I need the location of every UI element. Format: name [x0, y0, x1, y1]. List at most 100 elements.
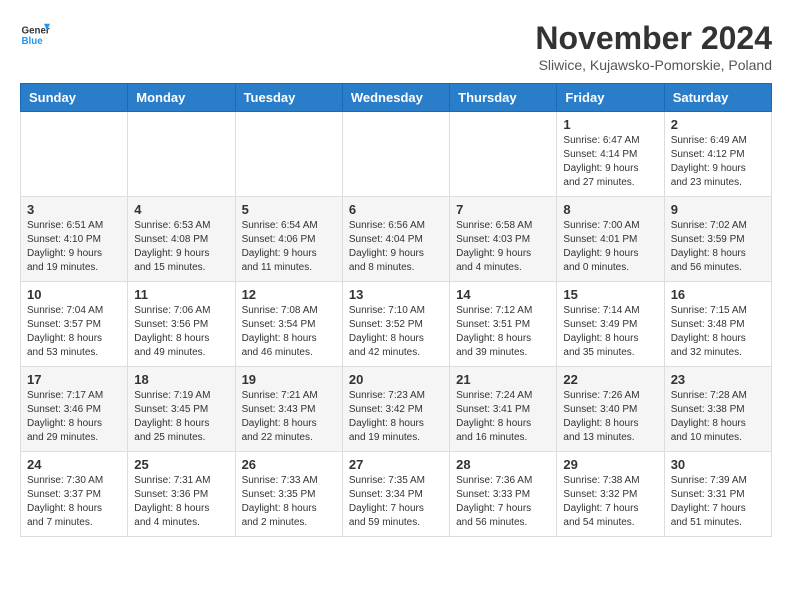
day-number: 4 — [134, 202, 228, 217]
day-info: Sunrise: 7:33 AM Sunset: 3:35 PM Dayligh… — [242, 474, 336, 530]
calendar-cell: 26 Sunrise: 7:33 AM Sunset: 3:35 PM Dayli… — [235, 452, 342, 537]
calendar-cell: 29 Sunrise: 7:38 AM Sunset: 3:32 PM Dayli… — [557, 452, 664, 537]
calendar-week-row: 17 Sunrise: 7:17 AM Sunset: 3:46 PM Dayli… — [21, 367, 772, 452]
calendar-cell: 28 Sunrise: 7:36 AM Sunset: 3:33 PM Dayli… — [450, 452, 557, 537]
calendar-cell: 2 Sunrise: 6:49 AM Sunset: 4:12 PM Daylig… — [664, 112, 771, 197]
calendar-cell: 6 Sunrise: 6:56 AM Sunset: 4:04 PM Daylig… — [342, 197, 449, 282]
day-info: Sunrise: 7:28 AM Sunset: 3:38 PM Dayligh… — [671, 389, 765, 445]
day-number: 21 — [456, 372, 550, 387]
day-number: 5 — [242, 202, 336, 217]
svg-text:Blue: Blue — [22, 36, 44, 47]
day-info: Sunrise: 7:06 AM Sunset: 3:56 PM Dayligh… — [134, 304, 228, 360]
page-header: General Blue November 2024 Sliwice, Kuja… — [20, 20, 772, 73]
day-info: Sunrise: 6:51 AM Sunset: 4:10 PM Dayligh… — [27, 219, 121, 275]
day-info: Sunrise: 7:31 AM Sunset: 3:36 PM Dayligh… — [134, 474, 228, 530]
day-info: Sunrise: 7:21 AM Sunset: 3:43 PM Dayligh… — [242, 389, 336, 445]
calendar-cell: 18 Sunrise: 7:19 AM Sunset: 3:45 PM Dayli… — [128, 367, 235, 452]
calendar-cell: 14 Sunrise: 7:12 AM Sunset: 3:51 PM Dayli… — [450, 282, 557, 367]
day-info: Sunrise: 7:39 AM Sunset: 3:31 PM Dayligh… — [671, 474, 765, 530]
calendar-cell: 23 Sunrise: 7:28 AM Sunset: 3:38 PM Dayli… — [664, 367, 771, 452]
day-info: Sunrise: 7:24 AM Sunset: 3:41 PM Dayligh… — [456, 389, 550, 445]
day-number: 17 — [27, 372, 121, 387]
day-number: 15 — [563, 287, 657, 302]
day-number: 26 — [242, 457, 336, 472]
day-number: 11 — [134, 287, 228, 302]
calendar-cell — [450, 112, 557, 197]
day-info: Sunrise: 7:19 AM Sunset: 3:45 PM Dayligh… — [134, 389, 228, 445]
day-number: 14 — [456, 287, 550, 302]
calendar-cell: 19 Sunrise: 7:21 AM Sunset: 3:43 PM Dayli… — [235, 367, 342, 452]
day-info: Sunrise: 7:08 AM Sunset: 3:54 PM Dayligh… — [242, 304, 336, 360]
calendar-cell: 25 Sunrise: 7:31 AM Sunset: 3:36 PM Dayli… — [128, 452, 235, 537]
day-number: 10 — [27, 287, 121, 302]
calendar-cell: 10Sunrise: 7:04 AM Sunset: 3:57 PM Dayli… — [21, 282, 128, 367]
logo-icon: General Blue — [20, 20, 50, 50]
calendar-cell: 16Sunrise: 7:15 AM Sunset: 3:48 PM Dayli… — [664, 282, 771, 367]
day-number: 3 — [27, 202, 121, 217]
weekday-header: Monday — [128, 84, 235, 112]
calendar-cell: 4 Sunrise: 6:53 AM Sunset: 4:08 PM Daylig… — [128, 197, 235, 282]
calendar-cell: 3 Sunrise: 6:51 AM Sunset: 4:10 PM Daylig… — [21, 197, 128, 282]
day-number: 20 — [349, 372, 443, 387]
day-number: 22 — [563, 372, 657, 387]
calendar-cell: 11 Sunrise: 7:06 AM Sunset: 3:56 PM Dayli… — [128, 282, 235, 367]
logo: General Blue — [20, 20, 50, 50]
day-info: Sunrise: 6:53 AM Sunset: 4:08 PM Dayligh… — [134, 219, 228, 275]
day-number: 27 — [349, 457, 443, 472]
day-info: Sunrise: 7:26 AM Sunset: 3:40 PM Dayligh… — [563, 389, 657, 445]
location: Sliwice, Kujawsko-Pomorskie, Poland — [535, 57, 772, 73]
day-number: 13 — [349, 287, 443, 302]
calendar-cell: 15 Sunrise: 7:14 AM Sunset: 3:49 PM Dayli… — [557, 282, 664, 367]
calendar-cell: 1 Sunrise: 6:47 AM Sunset: 4:14 PM Daylig… — [557, 112, 664, 197]
calendar-cell: 30 Sunrise: 7:39 AM Sunset: 3:31 PM Dayli… — [664, 452, 771, 537]
calendar-header-row: SundayMondayTuesdayWednesdayThursdayFrid… — [21, 84, 772, 112]
day-number: 19 — [242, 372, 336, 387]
calendar-cell: 21 Sunrise: 7:24 AM Sunset: 3:41 PM Dayli… — [450, 367, 557, 452]
day-number: 24 — [27, 457, 121, 472]
day-info: Sunrise: 7:14 AM Sunset: 3:49 PM Dayligh… — [563, 304, 657, 360]
calendar-cell — [21, 112, 128, 197]
calendar-cell: 20Sunrise: 7:23 AM Sunset: 3:42 PM Dayli… — [342, 367, 449, 452]
calendar-cell — [235, 112, 342, 197]
day-number: 8 — [563, 202, 657, 217]
calendar-week-row: 1 Sunrise: 6:47 AM Sunset: 4:14 PM Daylig… — [21, 112, 772, 197]
weekday-header: Friday — [557, 84, 664, 112]
day-info: Sunrise: 6:47 AM Sunset: 4:14 PM Dayligh… — [563, 134, 657, 190]
calendar-cell: 27 Sunrise: 7:35 AM Sunset: 3:34 PM Dayli… — [342, 452, 449, 537]
day-info: Sunrise: 7:30 AM Sunset: 3:37 PM Dayligh… — [27, 474, 121, 530]
day-info: Sunrise: 6:49 AM Sunset: 4:12 PM Dayligh… — [671, 134, 765, 190]
day-number: 1 — [563, 117, 657, 132]
calendar-table: SundayMondayTuesdayWednesdayThursdayFrid… — [20, 83, 772, 537]
month-title: November 2024 — [535, 20, 772, 57]
weekday-header: Thursday — [450, 84, 557, 112]
calendar-week-row: 24 Sunrise: 7:30 AM Sunset: 3:37 PM Dayli… — [21, 452, 772, 537]
day-number: 2 — [671, 117, 765, 132]
day-number: 6 — [349, 202, 443, 217]
day-number: 18 — [134, 372, 228, 387]
day-info: Sunrise: 7:17 AM Sunset: 3:46 PM Dayligh… — [27, 389, 121, 445]
calendar-cell: 24 Sunrise: 7:30 AM Sunset: 3:37 PM Dayli… — [21, 452, 128, 537]
day-number: 23 — [671, 372, 765, 387]
day-info: Sunrise: 7:38 AM Sunset: 3:32 PM Dayligh… — [563, 474, 657, 530]
day-info: Sunrise: 7:36 AM Sunset: 3:33 PM Dayligh… — [456, 474, 550, 530]
day-info: Sunrise: 7:15 AM Sunset: 3:48 PM Dayligh… — [671, 304, 765, 360]
calendar-cell: 9Sunrise: 7:02 AM Sunset: 3:59 PM Daylig… — [664, 197, 771, 282]
day-info: Sunrise: 7:02 AM Sunset: 3:59 PM Dayligh… — [671, 219, 765, 275]
calendar-cell: 7Sunrise: 6:58 AM Sunset: 4:03 PM Daylig… — [450, 197, 557, 282]
day-info: Sunrise: 7:35 AM Sunset: 3:34 PM Dayligh… — [349, 474, 443, 530]
weekday-header: Saturday — [664, 84, 771, 112]
day-number: 29 — [563, 457, 657, 472]
calendar-cell: 17 Sunrise: 7:17 AM Sunset: 3:46 PM Dayli… — [21, 367, 128, 452]
day-number: 30 — [671, 457, 765, 472]
calendar-cell: 5 Sunrise: 6:54 AM Sunset: 4:06 PM Daylig… — [235, 197, 342, 282]
day-number: 25 — [134, 457, 228, 472]
day-info: Sunrise: 6:54 AM Sunset: 4:06 PM Dayligh… — [242, 219, 336, 275]
day-info: Sunrise: 7:12 AM Sunset: 3:51 PM Dayligh… — [456, 304, 550, 360]
weekday-header: Tuesday — [235, 84, 342, 112]
calendar-cell — [128, 112, 235, 197]
day-number: 28 — [456, 457, 550, 472]
calendar-cell: 12Sunrise: 7:08 AM Sunset: 3:54 PM Dayli… — [235, 282, 342, 367]
calendar-week-row: 10Sunrise: 7:04 AM Sunset: 3:57 PM Dayli… — [21, 282, 772, 367]
calendar-cell: 13Sunrise: 7:10 AM Sunset: 3:52 PM Dayli… — [342, 282, 449, 367]
day-info: Sunrise: 6:56 AM Sunset: 4:04 PM Dayligh… — [349, 219, 443, 275]
